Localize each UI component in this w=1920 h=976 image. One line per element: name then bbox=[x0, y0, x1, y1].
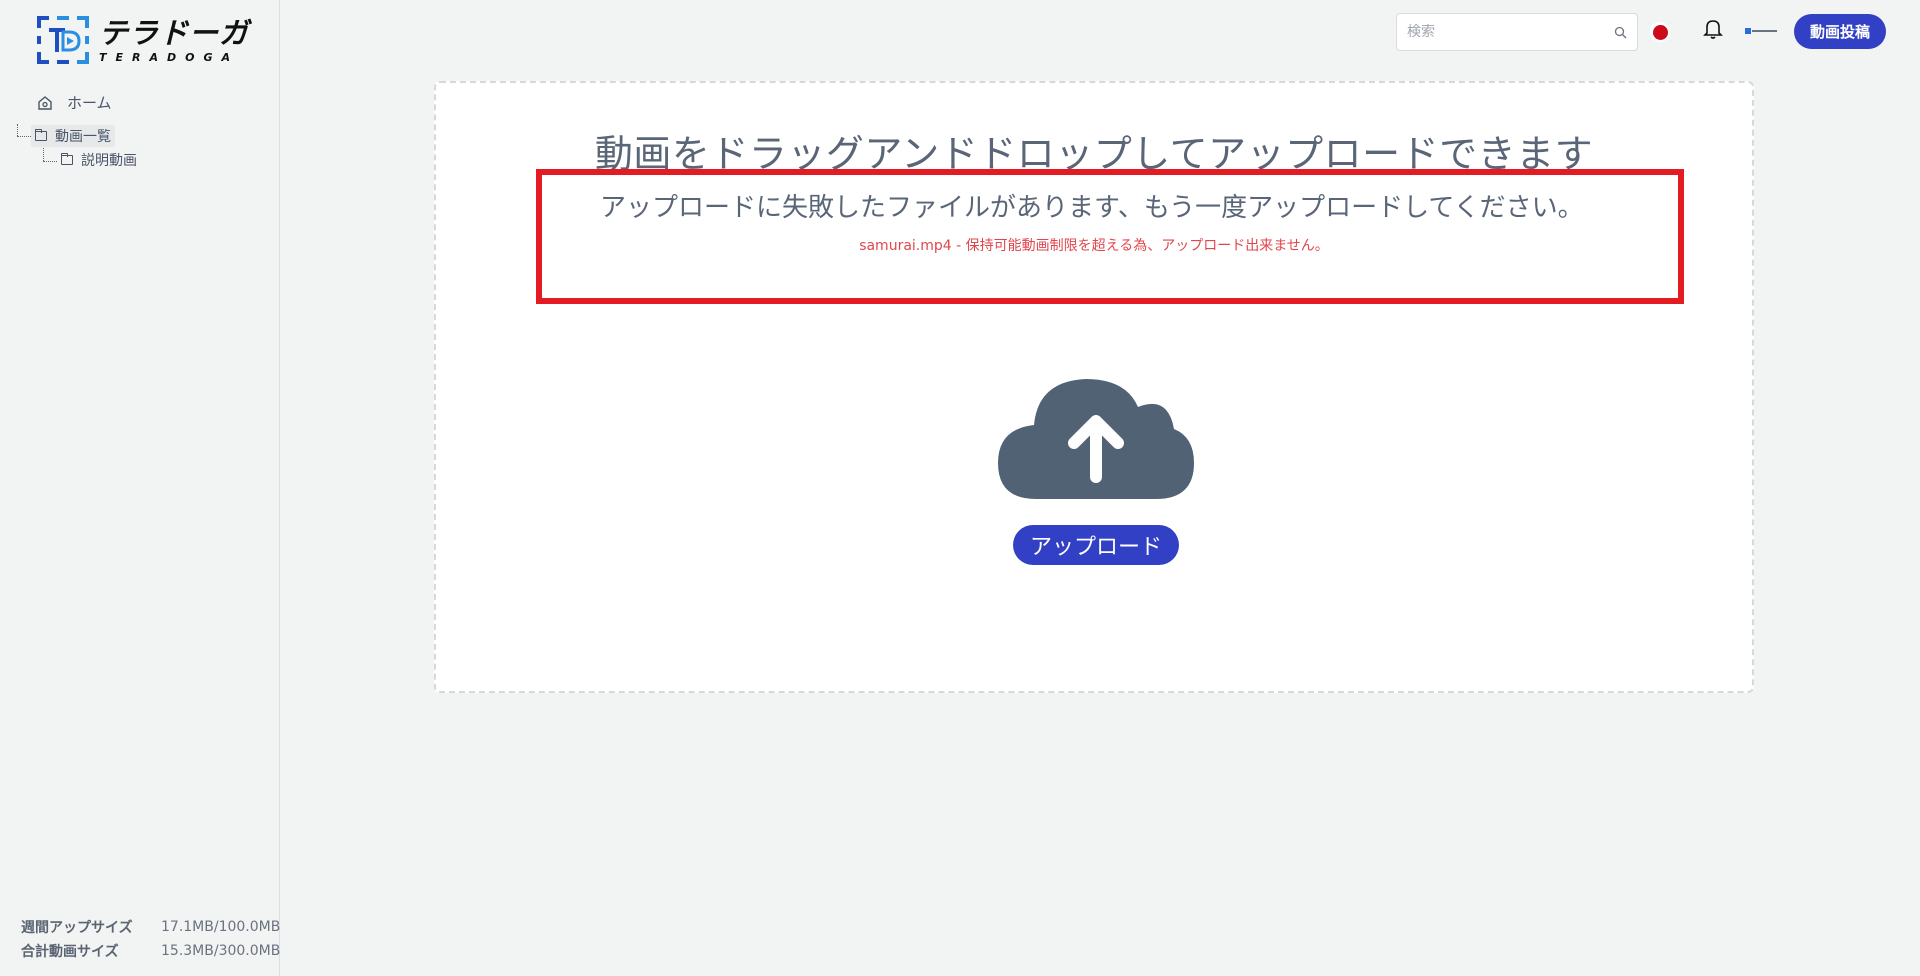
home-icon bbox=[38, 95, 52, 110]
language-flag-icon[interactable] bbox=[1650, 22, 1670, 42]
usage-summary: 週間アップサイズ 17.1MB/100.0MB 合計動画サイズ 15.3MB/3… bbox=[21, 915, 280, 963]
usage-label: 合計動画サイズ bbox=[21, 944, 119, 960]
search-input[interactable] bbox=[1407, 24, 1614, 40]
upload-error-message: アップロードに失敗したファイルがあります、もう一度アップロードしてください。 bbox=[600, 193, 1584, 223]
bell-icon bbox=[1703, 20, 1723, 39]
tree-item-label: 動画一覧 bbox=[55, 129, 111, 145]
logo-text-en: TERADOGA bbox=[99, 50, 240, 64]
search-icon[interactable] bbox=[1614, 26, 1627, 39]
post-video-button[interactable]: 動画投稿 bbox=[1794, 14, 1886, 49]
tree-connector bbox=[17, 124, 18, 136]
search-box bbox=[1396, 13, 1638, 51]
sidebar-item-home-label: ホーム bbox=[67, 94, 112, 112]
sidebar-item-home[interactable]: ホーム bbox=[37, 92, 112, 113]
logo-icon bbox=[37, 16, 89, 64]
folder-tree: 動画一覧 説明動画 bbox=[13, 124, 137, 172]
flag-circle bbox=[1652, 24, 1668, 40]
upload-button[interactable]: アップロード bbox=[1013, 525, 1179, 565]
cloud-upload-icon bbox=[998, 379, 1194, 499]
folder-icon bbox=[35, 129, 47, 141]
tree-item-tutorial[interactable]: 説明動画 bbox=[61, 150, 137, 170]
sidebar: テラドーガ TERADOGA ホーム 動画一覧 説明動画 週間アップサイズ 17… bbox=[3, 0, 280, 976]
usage-value: 17.1MB/100.0MB bbox=[161, 919, 281, 935]
upload-error-detail: samurai.mp4 - 保持可能動画制限を超える為、アップロード出来ません。 bbox=[859, 238, 1329, 254]
tree-item-video-list[interactable]: 動画一覧 bbox=[31, 125, 115, 147]
tree-item-label: 説明動画 bbox=[81, 153, 137, 169]
logo-text-ja: テラドーガ bbox=[99, 15, 250, 50]
usage-label: 週間アップサイズ bbox=[21, 920, 133, 936]
upload-dropzone[interactable]: 動画をドラッグアンドドロップしてアップロードできます アップロードに失敗したファ… bbox=[434, 81, 1754, 693]
logo[interactable]: テラドーガ TERADOGA bbox=[37, 14, 257, 66]
usage-row-weekly: 週間アップサイズ 17.1MB/100.0MB bbox=[21, 915, 280, 939]
notification-button[interactable] bbox=[1700, 16, 1726, 42]
usage-value: 15.3MB/300.0MB bbox=[161, 943, 281, 959]
tree-connector bbox=[17, 136, 31, 137]
avatar[interactable] bbox=[1745, 26, 1779, 36]
usage-row-total: 合計動画サイズ 15.3MB/300.0MB bbox=[21, 939, 280, 963]
avatar-image bbox=[1745, 28, 1777, 34]
folder-icon bbox=[61, 153, 73, 165]
